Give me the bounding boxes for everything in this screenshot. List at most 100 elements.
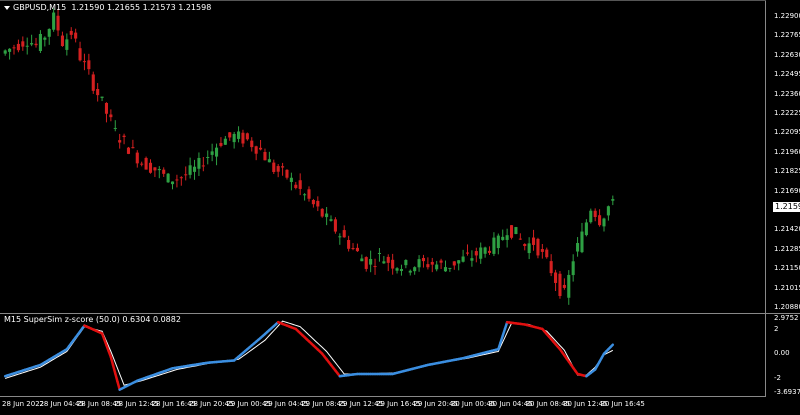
bull-candle (158, 169, 161, 170)
bear-candle (118, 140, 121, 142)
bear-candle (374, 266, 377, 267)
bear-candle (294, 185, 297, 188)
bear-candle (83, 61, 86, 62)
bull-candle (197, 158, 200, 169)
bull-candle (65, 39, 68, 50)
bear-candle (162, 170, 165, 174)
bear-candle (140, 164, 143, 165)
price-axis-label: 1.21150 (774, 264, 800, 273)
price-axis-label: 1.22495 (774, 70, 800, 79)
bull-candle (268, 159, 271, 162)
bull-candle (193, 167, 196, 172)
bear-candle (21, 41, 24, 46)
price-axis-label: 1.21825 (774, 167, 800, 176)
bull-candle (360, 258, 363, 261)
price-axis-label: 1.22765 (774, 31, 800, 40)
bull-candle (611, 199, 614, 201)
bull-candle (580, 232, 583, 253)
bear-candle (299, 180, 302, 189)
bull-candle (400, 269, 403, 271)
bull-candle (224, 139, 227, 145)
bear-candle (356, 248, 359, 251)
bull-candle (290, 178, 293, 182)
bear-candle (431, 262, 434, 265)
price-axis-label: 1.20880 (774, 303, 800, 312)
bear-candle (598, 215, 601, 225)
bear-candle (250, 141, 253, 147)
bear-candle (131, 147, 134, 148)
price-axis-label: 1.22630 (774, 51, 800, 60)
bull-candle (206, 157, 209, 158)
bull-candle (43, 38, 46, 40)
bull-candle (4, 50, 7, 53)
chart-window[interactable] (0, 0, 800, 411)
bear-candle (175, 179, 178, 180)
bull-candle (492, 238, 495, 254)
dropdown-arrow-icon (4, 6, 10, 10)
chart-title[interactable]: GBPUSD,M15 1.21590 1.21655 1.21573 1.215… (4, 3, 211, 13)
bear-candle (202, 165, 205, 166)
price-axis-label: 1.21015 (774, 284, 800, 293)
bear-candle (426, 264, 429, 267)
bear-candle (34, 44, 37, 45)
bull-candle (114, 128, 117, 129)
bear-candle (523, 244, 526, 246)
price-axis-label: 1.22900 (774, 12, 800, 21)
bear-candle (541, 249, 544, 252)
bear-candle (365, 257, 368, 269)
bull-candle (338, 236, 341, 237)
bear-candle (594, 211, 597, 217)
bear-candle (246, 133, 249, 139)
indicator-axis-label: 2.9752 (774, 314, 799, 323)
bull-candle (589, 211, 592, 222)
bull-candle (396, 268, 399, 270)
bull-candle (418, 259, 421, 267)
bull-candle (413, 267, 416, 271)
bull-candle (8, 49, 11, 52)
bear-candle (263, 152, 266, 160)
bear-candle (453, 261, 456, 265)
bull-candle (572, 261, 575, 275)
price-axis-label: 1.22360 (774, 90, 800, 99)
bear-candle (281, 166, 284, 167)
bear-candle (145, 158, 148, 170)
bear-candle (321, 209, 324, 217)
bear-candle (184, 174, 187, 175)
bull-candle (325, 214, 328, 218)
bear-candle (307, 189, 310, 198)
bear-candle (277, 166, 280, 172)
bear-candle (219, 143, 222, 146)
current-price-tag: 1.21598 (773, 202, 800, 212)
bear-candle (17, 44, 20, 50)
indicator-title: M15 SuperSim z-score (50.0) 0.6304 0.088… (4, 315, 181, 325)
zscore-fast-segment (611, 345, 613, 347)
indicator-axis-label: -2 (774, 374, 781, 383)
bear-candle (510, 225, 513, 238)
bull-candle (497, 236, 500, 248)
ohlc-values: 1.21590 1.21655 1.21573 1.21598 (71, 3, 211, 12)
indicator-axis-label: 0.00 (774, 349, 790, 358)
bear-candle (241, 133, 244, 144)
bear-candle (391, 260, 394, 269)
bear-candle (153, 167, 156, 170)
bull-candle (378, 253, 381, 254)
bear-candle (74, 33, 77, 39)
bear-candle (92, 74, 95, 90)
indicator-axis-label: -3.6937 (774, 388, 800, 397)
bear-candle (347, 240, 350, 249)
bull-candle (576, 243, 579, 252)
price-axis-label: 1.21420 (774, 225, 800, 234)
bear-candle (343, 230, 346, 237)
bear-candle (422, 258, 425, 261)
bear-candle (387, 257, 390, 263)
bear-candle (532, 238, 535, 245)
bull-candle (382, 261, 385, 263)
bear-candle (96, 89, 99, 95)
time-axis-label: 30 Jun 16:45 (600, 400, 644, 409)
bull-candle (602, 219, 605, 227)
bull-candle (39, 34, 42, 51)
bull-candle (189, 165, 192, 175)
bear-candle (259, 148, 262, 150)
bear-candle (105, 103, 108, 114)
bear-candle (79, 48, 82, 60)
